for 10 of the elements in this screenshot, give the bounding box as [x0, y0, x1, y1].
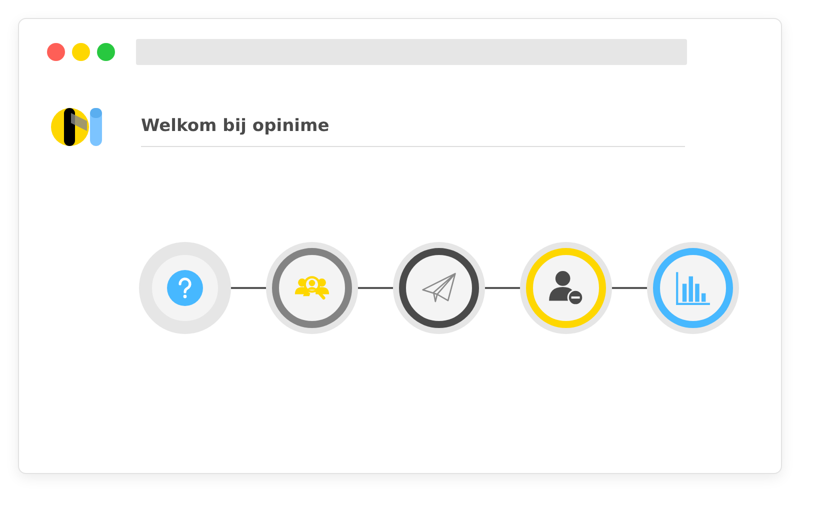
- logo-icon: [51, 107, 105, 147]
- page-title: Welkom bij opinime: [141, 108, 685, 146]
- user-remove-icon: [548, 270, 584, 306]
- step-circle[interactable]: [272, 248, 352, 328]
- bar-chart-icon: [675, 270, 711, 306]
- window-control[interactable]: [72, 43, 90, 61]
- step-circle[interactable]: [399, 248, 479, 328]
- window-control[interactable]: [47, 43, 65, 61]
- help-icon: [167, 270, 203, 306]
- window-control[interactable]: [97, 43, 115, 61]
